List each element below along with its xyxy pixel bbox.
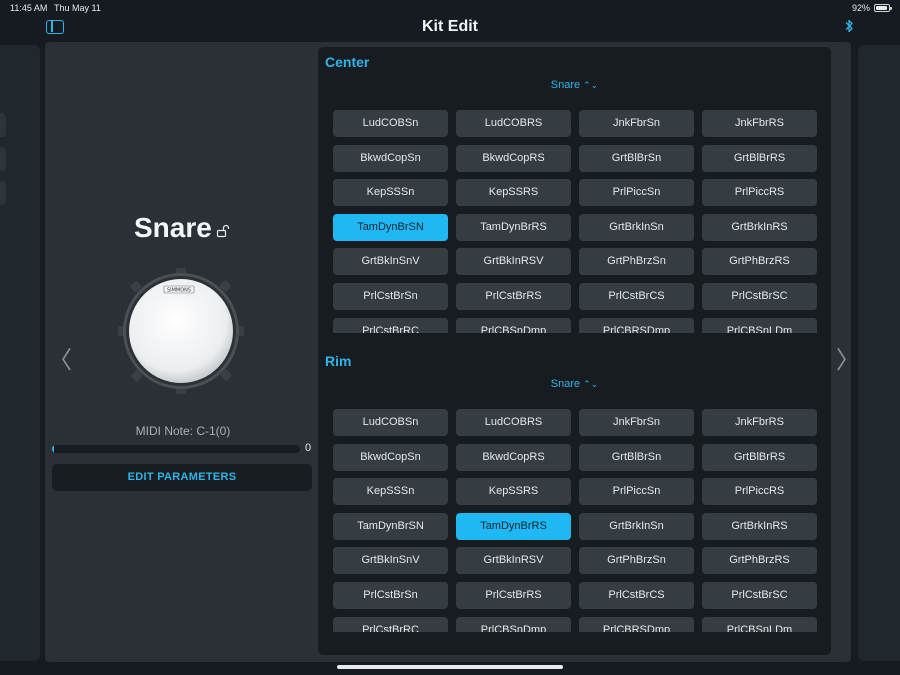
section-center: Center Snare ⌃⌄ LudCOBSn LudCOBRS JnkFbrSn J… xyxy=(318,47,831,347)
instrument-button[interactable]: PrlPiccRS xyxy=(702,478,817,506)
instrument-button[interactable]: PrlCstBrRC xyxy=(333,616,448,632)
group-selector[interactable]: Snare ⌃⌄ xyxy=(318,378,831,390)
instrument-button[interactable]: GrtBrkInRS xyxy=(702,213,817,241)
instrument-button[interactable]: PrlPiccRS xyxy=(702,179,817,207)
instrument-button[interactable]: PrlCstBrSC xyxy=(702,283,817,310)
section-title: Rim xyxy=(325,353,352,369)
instrument-button[interactable]: GrtPhBrzRS xyxy=(702,547,817,575)
instrument-button[interactable]: GrtBlBrSn xyxy=(579,443,694,471)
instrument-button[interactable]: PrlPiccSn xyxy=(579,478,694,506)
instrument-button[interactable]: PrlCstBrSn xyxy=(333,582,448,609)
instrument-button[interactable]: GrtBkInRSV xyxy=(456,248,571,276)
instrument-button[interactable]: LudCOBRS xyxy=(456,110,571,137)
instrument-button[interactable]: PrlCstBrCS xyxy=(579,582,694,609)
next-pad-peek[interactable] xyxy=(858,45,900,661)
instrument-button[interactable]: KepSSRS xyxy=(456,478,571,506)
sidebar-peek[interactable] xyxy=(0,45,40,661)
instrument-button[interactable]: GrtBkInRSV xyxy=(456,547,571,575)
home-indicator xyxy=(337,665,563,669)
instrument-button[interactable]: PrlCBSnDmp xyxy=(456,317,571,333)
instrument-button[interactable]: GrtBlBrRS xyxy=(702,144,817,172)
group-selector[interactable]: Snare ⌃⌄ xyxy=(318,79,831,91)
velocity-value: 0 xyxy=(305,442,312,454)
group-selector-label: Snare xyxy=(550,79,581,91)
instrument-button[interactable]: BkwdCopRS xyxy=(456,443,571,471)
next-pad-chevron-icon[interactable]: 〉 xyxy=(836,340,860,375)
instrument-button[interactable]: BkwdCopRS xyxy=(456,144,571,172)
instrument-button[interactable]: KepSSRS xyxy=(456,179,571,207)
midi-note-label: MIDI Note: C-1(0) xyxy=(135,424,231,438)
instrument-button[interactable]: GrtPhBrzSn xyxy=(579,248,694,276)
instrument-button[interactable]: GrtBkInSnV xyxy=(333,248,448,276)
instrument-button[interactable]: PrlCstBrSC xyxy=(702,582,817,609)
instrument-button[interactable]: JnkFbrRS xyxy=(702,110,817,137)
status-time: 11:45 AM xyxy=(10,3,48,13)
instrument-button[interactable]: GrtBrkInSn xyxy=(579,512,694,540)
instrument-button[interactable]: GrtBlBrSn xyxy=(579,144,694,172)
group-selector-label: Snare xyxy=(550,378,581,390)
instrument-button[interactable]: TamDynBrSN xyxy=(333,213,448,241)
instrument-button[interactable]: PrlCstBrRS xyxy=(456,283,571,310)
instrument-button[interactable]: GrtBkInSnV xyxy=(333,547,448,575)
chevron-updown-icon: ⌃⌄ xyxy=(583,379,599,389)
instrument-button[interactable]: BkwdCopSn xyxy=(333,443,448,471)
instrument-button[interactable]: PrlCstBrRC xyxy=(333,317,448,333)
instrument-button[interactable]: JnkFbrRS xyxy=(702,409,817,436)
instrument-button[interactable]: JnkFbrSn xyxy=(579,110,694,137)
instrument-button[interactable]: TamDynBrRS xyxy=(456,213,571,241)
instrument-button[interactable]: PrlCBRSDmp xyxy=(579,616,694,632)
instrument-button[interactable]: PrlCstBrSn xyxy=(333,283,448,310)
instrument-button[interactable]: GrtBrkInSn xyxy=(579,213,694,241)
nav-bar: Kit Edit xyxy=(0,14,900,42)
velocity-meter-fill xyxy=(52,445,54,453)
snare-pad-image: SIMMONS xyxy=(118,268,244,394)
instrument-button[interactable]: GrtPhBrzSn xyxy=(579,547,694,575)
chevron-updown-icon: ⌃⌄ xyxy=(583,80,599,90)
instrument-button[interactable]: LudCOBRS xyxy=(456,409,571,436)
instrument-grid: LudCOBSn LudCOBRS JnkFbrSn JnkFbrRS BkwdCopS… xyxy=(333,409,818,632)
instrument-button[interactable]: GrtBlBrRS xyxy=(702,443,817,471)
battery-percentage: 92% xyxy=(851,3,870,13)
instrument-button[interactable]: PrlCBRSDmp xyxy=(579,317,694,333)
pad-info-panel: Snare SIMMONS MIDI Note: C-1(0) 0 EDIT P… xyxy=(52,42,314,662)
instrument-button[interactable]: TamDynBrSN xyxy=(333,512,448,540)
instrument-button[interactable]: BkwdCopSn xyxy=(333,144,448,172)
unlock-icon[interactable] xyxy=(216,224,230,238)
instrument-grid: LudCOBSn LudCOBRS JnkFbrSn JnkFbrRS BkwdCopS… xyxy=(333,110,818,333)
page-title: Kit Edit xyxy=(422,18,478,35)
instrument-button[interactable]: PrlCstBrCS xyxy=(579,283,694,310)
instrument-button[interactable]: PrlCBSnDmp xyxy=(456,616,571,632)
instrument-button[interactable]: PrlCstBrRS xyxy=(456,582,571,609)
instrument-button[interactable]: PrlPiccSn xyxy=(579,179,694,207)
instrument-button[interactable]: JnkFbrSn xyxy=(579,409,694,436)
bluetooth-icon[interactable] xyxy=(844,18,854,34)
battery-icon xyxy=(874,4,892,12)
pad-name: Snare xyxy=(134,212,212,243)
instrument-button[interactable]: KepSSSn xyxy=(333,478,448,506)
velocity-meter xyxy=(52,445,300,453)
section-rim: Rim Snare ⌃⌄ LudCOBSn LudCOBRS JnkFbrSn JnkF… xyxy=(318,346,831,655)
instrument-button[interactable]: PrlCBSnLDm xyxy=(702,616,817,632)
instrument-button[interactable]: TamDynBrRS xyxy=(456,512,571,540)
sidebar-peek-item xyxy=(0,147,6,171)
instrument-button[interactable]: GrtPhBrzRS xyxy=(702,248,817,276)
instrument-button[interactable]: LudCOBSn xyxy=(333,110,448,137)
sidebar-peek-item xyxy=(0,181,6,205)
section-title: Center xyxy=(325,54,370,70)
svg-text:SIMMONS: SIMMONS xyxy=(167,288,191,294)
status-date: Thu May 11 xyxy=(54,3,101,13)
instrument-panel: Center Snare ⌃⌄ LudCOBSn LudCOBRS JnkFbrSn J… xyxy=(318,47,831,655)
instrument-button[interactable]: LudCOBSn xyxy=(333,409,448,436)
instrument-button[interactable]: KepSSSn xyxy=(333,179,448,207)
instrument-button[interactable]: GrtBrkInRS xyxy=(702,512,817,540)
instrument-button[interactable]: PrlCBSnLDm xyxy=(702,317,817,333)
sidebar-peek-item xyxy=(0,113,6,137)
edit-parameters-button[interactable]: EDIT PARAMETERS xyxy=(52,464,312,491)
